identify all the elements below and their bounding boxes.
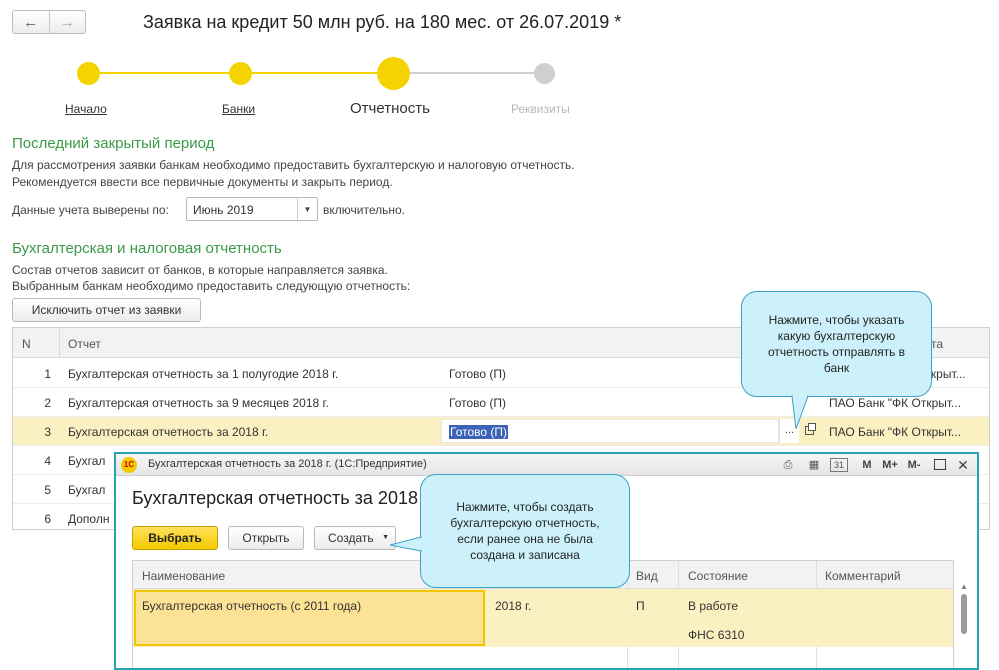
- hint-callout-text: Нажмите, чтобы создать бухгалтерскую отч…: [450, 500, 600, 562]
- memory-minus-button[interactable]: M-: [904, 457, 924, 473]
- column-header-report[interactable]: Отчет: [68, 337, 101, 351]
- step-start-link[interactable]: Начало: [65, 102, 107, 116]
- period-field-label: Данные учета выверены по:: [12, 203, 169, 217]
- memory-plus-button[interactable]: M+: [880, 457, 900, 473]
- step-dot-banks[interactable]: [229, 62, 252, 85]
- arrow-left-icon: ←: [23, 13, 39, 31]
- step-dot-start[interactable]: [77, 62, 100, 85]
- row-report: Бухгалтерская отчетность за 1 полугодие …: [68, 367, 339, 381]
- window-title: Бухгалтерская отчетность за 2018 г. (1С:…: [148, 458, 427, 470]
- create-button-label: Создать: [328, 531, 374, 545]
- row-bank: ПАО Банк "ФК Открыт...: [829, 425, 962, 439]
- row-number: 3: [44, 425, 51, 439]
- period-select[interactable]: Июнь 2019 ▼: [186, 197, 318, 221]
- scroll-up-icon[interactable]: ▲: [960, 582, 968, 591]
- forward-button[interactable]: →: [48, 11, 86, 33]
- status-edit-field[interactable]: Готово (П): [441, 419, 779, 443]
- column-header-kind[interactable]: Вид: [636, 569, 658, 583]
- row-report: Дополн: [68, 512, 110, 526]
- document-kind: П: [636, 599, 645, 613]
- document-state: В работе: [688, 599, 739, 613]
- scrollbar-thumb[interactable]: [961, 594, 967, 634]
- row-number: 6: [44, 512, 51, 526]
- create-button[interactable]: Создать ▼: [314, 526, 396, 550]
- row-number: 1: [44, 367, 51, 381]
- column-header-bank[interactable]: та: [931, 337, 943, 351]
- period-info-line: Для рассмотрения заявки банкам необходим…: [12, 158, 575, 172]
- column-header-name[interactable]: Наименование: [142, 569, 225, 583]
- callout-pointer: [389, 536, 422, 552]
- step-requisites-label: Реквизиты: [511, 102, 570, 116]
- app-logo-icon: 1С: [121, 457, 137, 473]
- period-select-value: Июнь 2019: [193, 203, 254, 217]
- document-state-sub: ФНС 6310: [688, 628, 745, 642]
- open-button[interactable]: Открыть: [228, 526, 304, 550]
- calendar-icon[interactable]: 31: [830, 458, 848, 472]
- vertical-scrollbar[interactable]: ▲: [959, 582, 969, 668]
- row-report: Бухгал: [68, 483, 106, 497]
- chevron-down-icon: ▼: [382, 534, 389, 541]
- column-header-comment[interactable]: Комментарий: [825, 569, 901, 583]
- reports-info-line: Выбранным банкам необходимо предоставить…: [12, 279, 411, 293]
- table-row-selected[interactable]: 3 Бухгалтерская отчетность за 2018 г. Го…: [13, 417, 989, 446]
- history-nav: ← →: [12, 10, 86, 34]
- select-button[interactable]: Выбрать: [132, 526, 218, 550]
- memory-m-button[interactable]: M: [860, 457, 874, 473]
- step-dot-reports: [377, 57, 410, 90]
- reports-section-title: Бухгалтерская и налоговая отчетность: [12, 240, 282, 257]
- row-number: 5: [44, 483, 51, 497]
- page-title: Заявка на кредит 50 млн руб. на 180 мес.…: [143, 12, 622, 32]
- hint-callout-report: Нажмите, чтобы указать какую бухгалтерск…: [741, 291, 932, 430]
- document-period: 2018 г.: [495, 599, 532, 613]
- open-icon[interactable]: [805, 423, 816, 435]
- steps-remaining-line: [394, 72, 544, 74]
- reports-info-line: Состав отчетов зависит от банков, в кото…: [12, 263, 388, 277]
- arrow-right-icon: →: [59, 13, 75, 31]
- row-report: Бухгалтерская отчетность за 2018 г.: [68, 425, 269, 439]
- period-info-line: Рекомендуется ввести все первичные докум…: [12, 175, 393, 189]
- row-report: Бухгал: [68, 454, 106, 468]
- window-titlebar: 1С Бухгалтерская отчетность за 2018 г. (…: [116, 454, 977, 476]
- hint-callout-text: Нажмите, чтобы указать какую бухгалтерск…: [767, 313, 906, 375]
- spreadsheet-icon[interactable]: ▦: [806, 457, 822, 473]
- maximize-icon[interactable]: [934, 459, 946, 470]
- print-icon[interactable]: ⎙: [780, 457, 796, 473]
- row-bank: ПАО Банк "ФК Открыт...: [829, 396, 962, 410]
- status-selected-text: Готово (П): [449, 425, 509, 439]
- period-field-suffix: включительно.: [323, 203, 405, 217]
- back-button[interactable]: ←: [13, 11, 49, 33]
- column-header-n[interactable]: N: [22, 337, 31, 351]
- row-number: 2: [44, 396, 51, 410]
- form-title: Бухгалтерская отчетность за 2018: [132, 488, 418, 508]
- close-icon[interactable]: ✕: [956, 457, 970, 473]
- period-section-title: Последний закрытый период: [12, 135, 215, 152]
- step-banks-link[interactable]: Банки: [222, 102, 255, 116]
- row-status: Готово (П): [449, 396, 507, 410]
- row-number: 4: [44, 454, 51, 468]
- callout-pointer: [791, 395, 809, 430]
- row-status: Готово (П): [449, 367, 507, 381]
- exclude-report-button[interactable]: Исключить отчет из заявки: [12, 298, 201, 322]
- chevron-down-icon[interactable]: ▼: [297, 198, 317, 220]
- row-report: Бухгалтерская отчетность за 9 месяцев 20…: [68, 396, 329, 410]
- column-header-state[interactable]: Состояние: [688, 569, 748, 583]
- step-dot-requisites: [534, 63, 555, 84]
- document-name: Бухгалтерская отчетность (с 2011 года): [142, 599, 362, 613]
- hint-callout-create: Нажмите, чтобы создать бухгалтерскую отч…: [389, 474, 630, 588]
- step-reports-label: Отчетность: [350, 100, 430, 117]
